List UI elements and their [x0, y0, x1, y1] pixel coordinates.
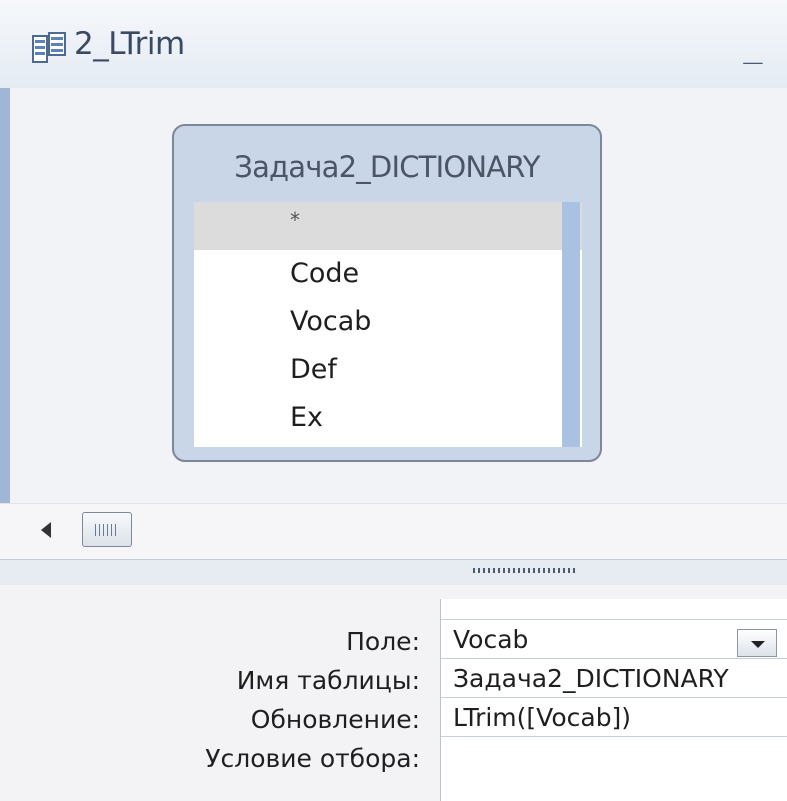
- cell-field[interactable]: Vocab: [441, 620, 787, 659]
- field-item-def[interactable]: Def: [194, 346, 582, 394]
- splitter-grip-icon[interactable]: [473, 568, 575, 573]
- cell-table-name[interactable]: Задача2_DICTIONARY: [441, 659, 787, 698]
- table-field-list-window[interactable]: Задача2_DICTIONARY * Code Vocab Def Ex: [172, 124, 602, 462]
- left-border-strip: [0, 88, 10, 503]
- field-item-code[interactable]: Code: [194, 250, 582, 298]
- cell-update[interactable]: LTrim([Vocab]): [441, 698, 787, 737]
- chevron-down-icon: [751, 641, 765, 648]
- label-field: Поле:: [346, 627, 420, 656]
- cell-criteria[interactable]: [441, 737, 787, 776]
- scroll-left-arrow-icon[interactable]: [41, 522, 51, 538]
- label-table-name: Имя таблицы:: [236, 666, 420, 695]
- scroll-thumb[interactable]: [82, 512, 132, 547]
- column-selector[interactable]: [441, 599, 787, 620]
- grip-lines-icon: [95, 524, 119, 536]
- label-criteria: Условие отбора:: [205, 744, 420, 773]
- field-item-all[interactable]: *: [194, 202, 582, 250]
- title-bar: 2_LTrim _: [0, 0, 787, 89]
- window-title: 2_LTrim: [74, 26, 185, 62]
- table-title[interactable]: Задача2_DICTIONARY: [174, 150, 600, 184]
- field-item-vocab[interactable]: Vocab: [194, 298, 582, 346]
- field-list: * Code Vocab Def Ex: [194, 202, 582, 447]
- minimize-button[interactable]: _: [738, 32, 768, 68]
- grid-column-1: Vocab Задача2_DICTIONARY LTrim([Vocab]): [440, 599, 787, 801]
- query-icon: [32, 32, 66, 63]
- field-list-scrollbar[interactable]: [562, 202, 580, 447]
- field-dropdown-button[interactable]: [737, 629, 777, 657]
- label-update: Обновление:: [250, 705, 420, 734]
- pane-splitter[interactable]: [0, 559, 787, 586]
- field-item-ex[interactable]: Ex: [194, 394, 582, 442]
